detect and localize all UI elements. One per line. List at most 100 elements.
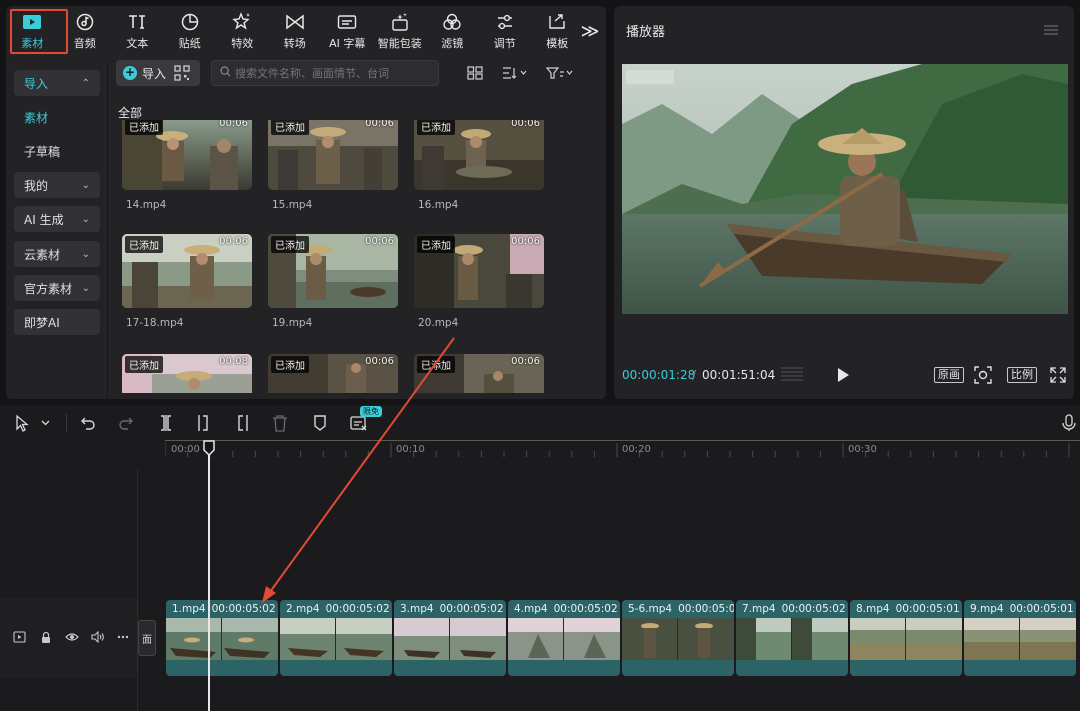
media-card[interactable]: 已添加 00:06 16.mp4 [414,120,544,222]
filter-sort-icon[interactable] [546,65,574,81]
media-card[interactable]: 已添加 00:08 [122,354,252,393]
media-thumbnail: 已添加 00:06 [268,120,398,190]
sidebar-item-import[interactable]: 导入 ⌃ [14,70,100,96]
track-header-divider [137,470,138,711]
sidebar-item-label: 云素材 [24,247,61,262]
tool-text[interactable]: 文本 [111,6,164,56]
clip-name: 7.mp4 [742,603,776,615]
focus-crop-icon[interactable] [974,366,992,384]
chevron-up-icon: ⌃ [81,77,90,89]
filter-icon [441,11,463,33]
more-options-icon[interactable] [117,630,129,644]
total-time: 00:01:51:04 [702,368,776,382]
timeline-clip[interactable]: 1.mp4 00:00:05:02 [166,600,278,676]
media-grid: 已添加 00:06 14.mp4 已添加 00:06 15.mp4 已添加 00… [116,120,546,393]
search-box[interactable] [211,60,439,86]
time-separator: / [692,368,697,382]
search-input[interactable] [235,66,435,80]
trim-left-icon[interactable] [196,414,212,432]
playhead[interactable] [208,450,210,711]
tool-filter[interactable]: 滤镜 [426,6,479,56]
video-preview[interactable] [622,64,1068,314]
qr-code-icon[interactable] [174,65,190,81]
tool-filter-label: 滤镜 [441,37,464,50]
clip-thumbnail-strip [508,618,620,660]
play-button[interactable] [836,366,850,384]
split-icon[interactable] [158,414,174,432]
volume-icon[interactable] [91,630,105,644]
timeline-clip[interactable]: 5-6.mp4 00:00:05:0 [622,600,734,676]
sidebar-item-label: 我的 [24,178,49,193]
ruler-tick-label: 00:20 [622,444,651,455]
undo-icon[interactable] [80,414,96,432]
added-badge: 已添加 [417,356,455,373]
fullscreen-icon[interactable] [1050,366,1066,384]
menu-icon[interactable] [1044,24,1058,35]
sticker-icon [179,11,201,33]
timeline-clip[interactable]: 9.mp4 00:00:05:01 [964,600,1076,676]
category-toolbar: 素材 音频 文本 贴纸 特效 转场 AI 字幕 智能包装 滤镜 调节 模板 [6,6,606,56]
sort-icon[interactable] [502,65,528,81]
cover-button[interactable]: 面 [138,620,156,656]
sidebar-item-media[interactable]: 素材 [14,104,100,130]
ruler-tick-label: 00:10 [396,444,425,455]
tool-smart-pack[interactable]: 智能包装 [374,6,427,56]
tool-template-label: 模板 [546,37,569,50]
timeline-clip[interactable]: 2.mp4 00:00:05:02 [280,600,392,676]
clip-duration: 00:00:05:02 [325,603,390,615]
media-card[interactable]: 已添加 00:06 14.mp4 [122,120,252,222]
media-card[interactable]: 已添加 00:06 17-18.mp4 [122,234,252,340]
sidebar-item-mine[interactable]: 我的 ⌄ [14,172,100,198]
media-card[interactable]: 已添加 00:06 [268,354,398,393]
clip-name: 2.mp4 [286,603,320,615]
tool-ai-caption[interactable]: AI 字幕 [321,6,374,56]
ruler-tick-label: 00:00 [171,444,200,455]
media-thumbnail: 已添加 00:06 [268,234,398,308]
timeline-clip[interactable]: 7.mp4 00:00:05:02 [736,600,848,676]
select-tool-button[interactable] [14,414,52,432]
media-card[interactable]: 已添加 00:06 19.mp4 [268,234,398,340]
media-filename: 17-18.mp4 [126,317,184,329]
original-quality-label: 原画 [934,367,964,383]
grid-view-icon[interactable] [467,65,483,81]
timeline-clip[interactable]: 4.mp4 00:00:05:02 [508,600,620,676]
media-filename: 20.mp4 [418,317,459,329]
eye-icon[interactable] [65,630,79,644]
clip-duration: 00:06 [511,120,540,129]
lock-icon[interactable] [40,630,52,644]
media-card[interactable]: 已添加 00:06 [414,354,544,393]
section-all-label: 全部 [118,106,143,120]
clip-name: 5-6.mp4 [628,603,673,615]
media-card[interactable]: 已添加 00:06 15.mp4 [268,120,398,222]
delete-icon[interactable] [272,414,288,432]
aspect-ratio-button[interactable]: 比例 [1007,366,1037,384]
tool-adjust[interactable]: 调节 [479,6,532,56]
tool-sticker[interactable]: 贴纸 [164,6,217,56]
media-card[interactable]: 已添加 00:06 20.mp4 [414,234,544,340]
added-badge: 已添加 [271,356,309,373]
more-tools-button[interactable]: ≫ [574,6,606,56]
sidebar-item-jimeng[interactable]: 即梦AI [14,309,100,335]
sidebar-item-cloud[interactable]: 云素材 ⌄ [14,241,100,267]
microphone-icon[interactable] [1062,414,1076,432]
tool-transition[interactable]: 转场 [269,6,322,56]
added-badge: 已添加 [125,120,163,135]
waveform-icon[interactable] [780,366,804,384]
track-cover-icon[interactable] [13,630,26,644]
cover-label: 面 [142,634,152,646]
original-quality-button[interactable]: 原画 [934,366,964,384]
timeline-clip[interactable]: 3.mp4 00:00:05:02 [394,600,506,676]
template-icon [546,11,568,33]
sidebar-item-official[interactable]: 官方素材 ⌄ [14,275,100,301]
sidebar-item-subdraft[interactable]: 子草稿 [14,138,100,164]
playhead-handle[interactable] [203,440,215,456]
timeline-clip[interactable]: 8.mp4 00:00:05:01 [850,600,962,676]
trim-right-icon[interactable] [234,414,250,432]
sidebar-item-ai-gen[interactable]: AI 生成 ⌄ [14,206,100,232]
tool-effects[interactable]: 特效 [216,6,269,56]
clip-name: 9.mp4 [970,603,1004,615]
redo-icon[interactable] [118,414,134,432]
marker-icon[interactable] [312,414,328,432]
tool-text-label: 文本 [126,37,149,50]
added-badge: 已添加 [271,120,309,135]
